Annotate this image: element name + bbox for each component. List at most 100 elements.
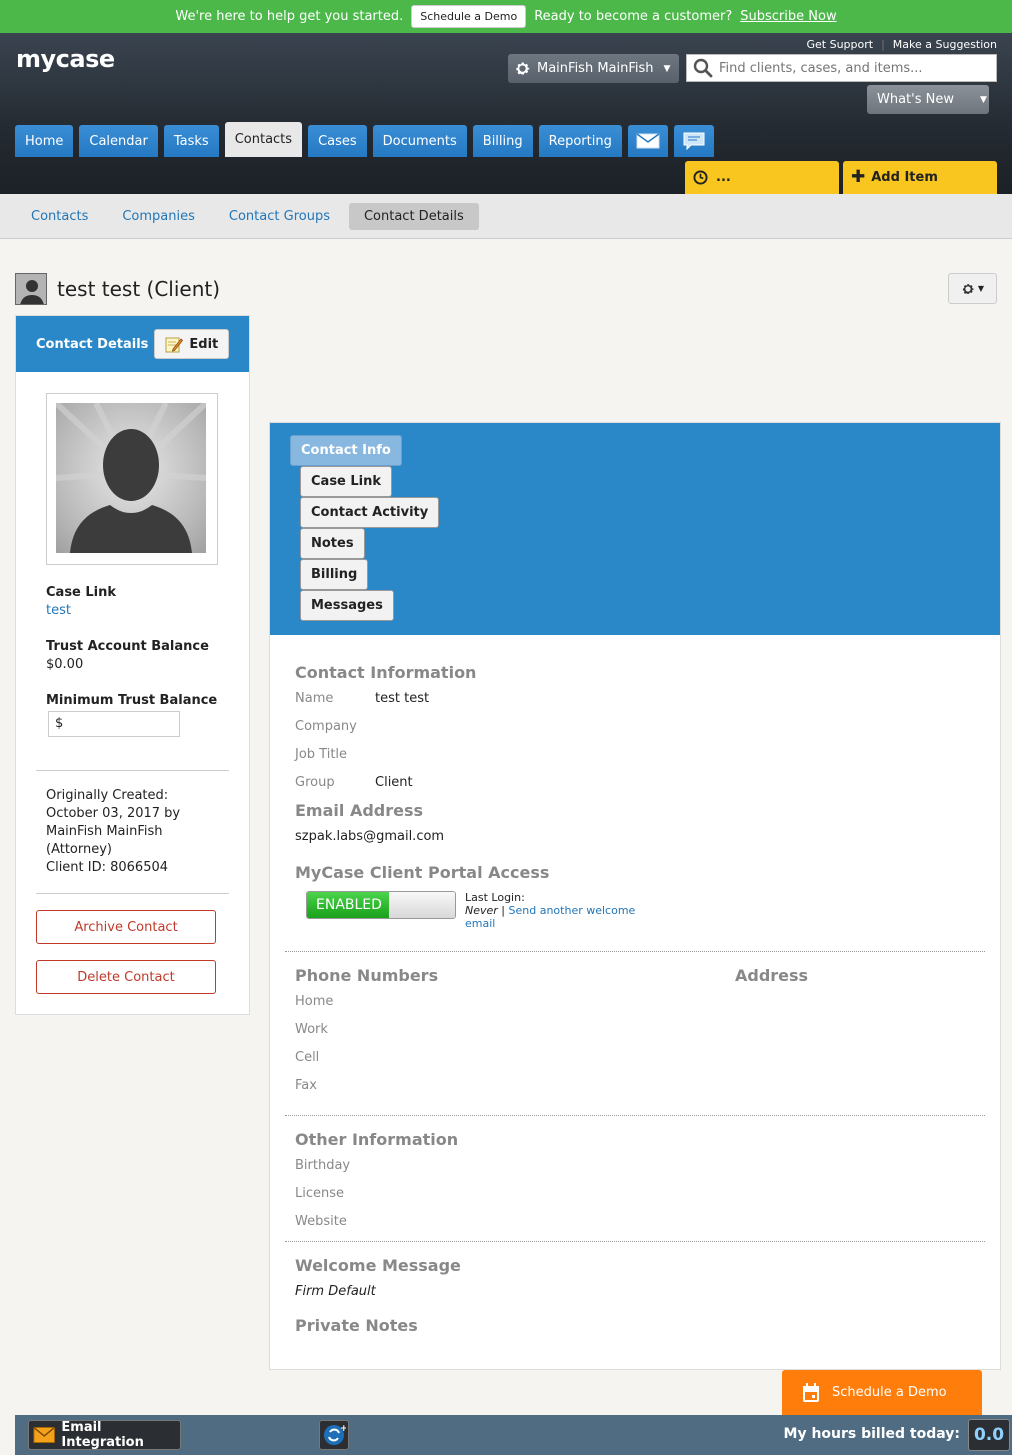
hours-billed-value[interactable]: 0.0 — [968, 1419, 1010, 1451]
nav-tab-contacts[interactable]: Contacts — [224, 122, 303, 157]
name-label: Name — [295, 691, 334, 706]
sync-button[interactable]: + — [319, 1420, 349, 1450]
page-title: test test (Client) — [57, 277, 221, 301]
user-menu-button[interactable]: MainFish MainFish ▼ — [508, 54, 679, 83]
created-line: MainFish MainFish — [46, 824, 163, 839]
fax-label: Fax — [295, 1078, 317, 1093]
group-label: Group — [295, 775, 335, 790]
phone-numbers-title: Phone Numbers — [295, 966, 439, 985]
app-header: mycase Get Support | Make a Suggestion M… — [0, 33, 1012, 194]
toggle-knob — [389, 892, 455, 918]
nav-tab-reporting[interactable]: Reporting — [538, 125, 622, 157]
plus-icon: ✚ — [851, 167, 866, 187]
avatar — [15, 273, 47, 305]
tab-contact-info[interactable]: Contact Info — [290, 435, 402, 466]
contact-info-panel: Contact Info Case Link Contact Activity … — [269, 422, 1001, 1370]
nav-tab-cases[interactable]: Cases — [308, 125, 367, 157]
name-value: test test — [375, 691, 430, 706]
whats-new-button[interactable]: What's New ▼ — [867, 85, 989, 114]
group-value: Client — [375, 775, 413, 790]
website-label: Website — [295, 1214, 347, 1229]
contact-photo — [46, 393, 218, 565]
birthday-label: Birthday — [295, 1158, 351, 1173]
search-input[interactable] — [719, 60, 989, 76]
envelope-icon — [636, 133, 660, 149]
person-silhouette-icon — [16, 274, 46, 304]
home-phone-label: Home — [295, 994, 334, 1009]
divider — [36, 893, 229, 894]
hours-billed-label: My hours billed today: — [783, 1426, 960, 1442]
top-link-separator: | — [881, 38, 885, 51]
contact-photo-placeholder — [56, 403, 206, 553]
whats-new-label: What's New — [877, 92, 954, 107]
contact-details-header: Contact Details Edit — [16, 316, 249, 372]
schedule-demo-floating-button[interactable]: Schedule a Demo — [782, 1370, 982, 1415]
subtab-contact-groups[interactable]: Contact Groups — [214, 203, 345, 230]
nav-tab-billing[interactable]: Billing — [472, 125, 533, 157]
tab-messages[interactable]: Messages — [300, 590, 394, 621]
make-suggestion-link[interactable]: Make a Suggestion — [893, 38, 997, 51]
contact-details-card: Contact Details Edit Case Link test Trus… — [15, 315, 250, 1015]
tab-notes[interactable]: Notes — [300, 528, 365, 559]
edit-contact-button[interactable]: Edit — [154, 329, 230, 359]
search-icon — [693, 58, 713, 78]
edit-label: Edit — [189, 336, 219, 352]
nav-tab-chat[interactable] — [673, 125, 714, 157]
subtab-companies[interactable]: Companies — [107, 203, 210, 230]
nav-tab-tasks[interactable]: Tasks — [163, 125, 219, 157]
welcome-message-title: Welcome Message — [295, 1256, 461, 1275]
envelope-icon — [33, 1426, 55, 1443]
chat-bubble-icon — [683, 132, 705, 151]
subtab-contacts[interactable]: Contacts — [16, 203, 103, 230]
private-notes-title: Private Notes — [295, 1316, 418, 1335]
tab-contact-activity[interactable]: Contact Activity — [300, 497, 440, 528]
gear-icon — [516, 62, 530, 75]
last-login-separator: | — [501, 904, 506, 917]
chevron-down-icon: ▼ — [663, 63, 671, 74]
min-trust-label: Minimum Trust Balance — [46, 693, 218, 708]
promo-text-2: Ready to become a customer? — [534, 9, 733, 24]
subtab-contact-details[interactable]: Contact Details — [348, 202, 479, 230]
last-login-value: Never — [465, 904, 498, 917]
mycase-logo[interactable]: mycase — [16, 45, 115, 73]
svg-text:+: + — [340, 1424, 346, 1434]
main-nav: Home Calendar Tasks Contacts Cases Docum… — [15, 122, 714, 157]
nav-tab-calendar[interactable]: Calendar — [79, 125, 158, 157]
timer-button[interactable]: ... — [685, 161, 839, 194]
company-label: Company — [295, 719, 357, 734]
nav-tab-home[interactable]: Home — [15, 125, 74, 157]
work-phone-label: Work — [295, 1022, 328, 1037]
chevron-down-icon: ▼ — [977, 284, 985, 293]
edit-pencil-icon — [165, 337, 184, 353]
tab-billing[interactable]: Billing — [300, 559, 369, 590]
nav-tab-messages[interactable] — [627, 125, 668, 157]
email-value: szpak.labs@gmail.com — [295, 829, 445, 844]
min-trust-input[interactable]: $ — [48, 711, 180, 737]
case-link-value[interactable]: test — [46, 603, 71, 618]
add-item-button[interactable]: ✚ Add Item — [843, 161, 997, 194]
clock-icon — [693, 170, 708, 185]
promo-text: We're here to help get you started. — [175, 9, 404, 24]
sync-icon: + — [324, 1424, 346, 1445]
settings-menu-button[interactable]: ▼ — [948, 273, 997, 304]
global-search[interactable] — [686, 54, 997, 82]
archive-contact-button[interactable]: Archive Contact — [36, 910, 216, 944]
nav-tab-documents[interactable]: Documents — [372, 125, 467, 157]
email-integration-button[interactable]: Email Integration — [28, 1420, 181, 1450]
divider — [36, 770, 229, 771]
last-login-info: Last Login: Never | Send another welcome… — [465, 891, 655, 930]
section-divider — [285, 1241, 985, 1242]
get-support-link[interactable]: Get Support — [806, 38, 873, 51]
timer-label: ... — [716, 170, 731, 185]
delete-contact-button[interactable]: Delete Contact — [36, 960, 216, 994]
contact-details-title: Contact Details — [36, 336, 149, 352]
address-title: Address — [735, 966, 809, 985]
tab-case-link[interactable]: Case Link — [300, 466, 393, 497]
schedule-demo-button[interactable]: Schedule a Demo — [411, 5, 527, 28]
calendar-icon — [803, 1382, 819, 1402]
portal-access-title: MyCase Client Portal Access — [295, 863, 550, 882]
job-title-label: Job Title — [295, 747, 348, 762]
panel-tabs: Contact Info Case Link Contact Activity … — [270, 423, 1000, 635]
portal-access-toggle[interactable]: ENABLED — [306, 891, 456, 919]
subscribe-now-link[interactable]: Subscribe Now — [740, 9, 836, 24]
